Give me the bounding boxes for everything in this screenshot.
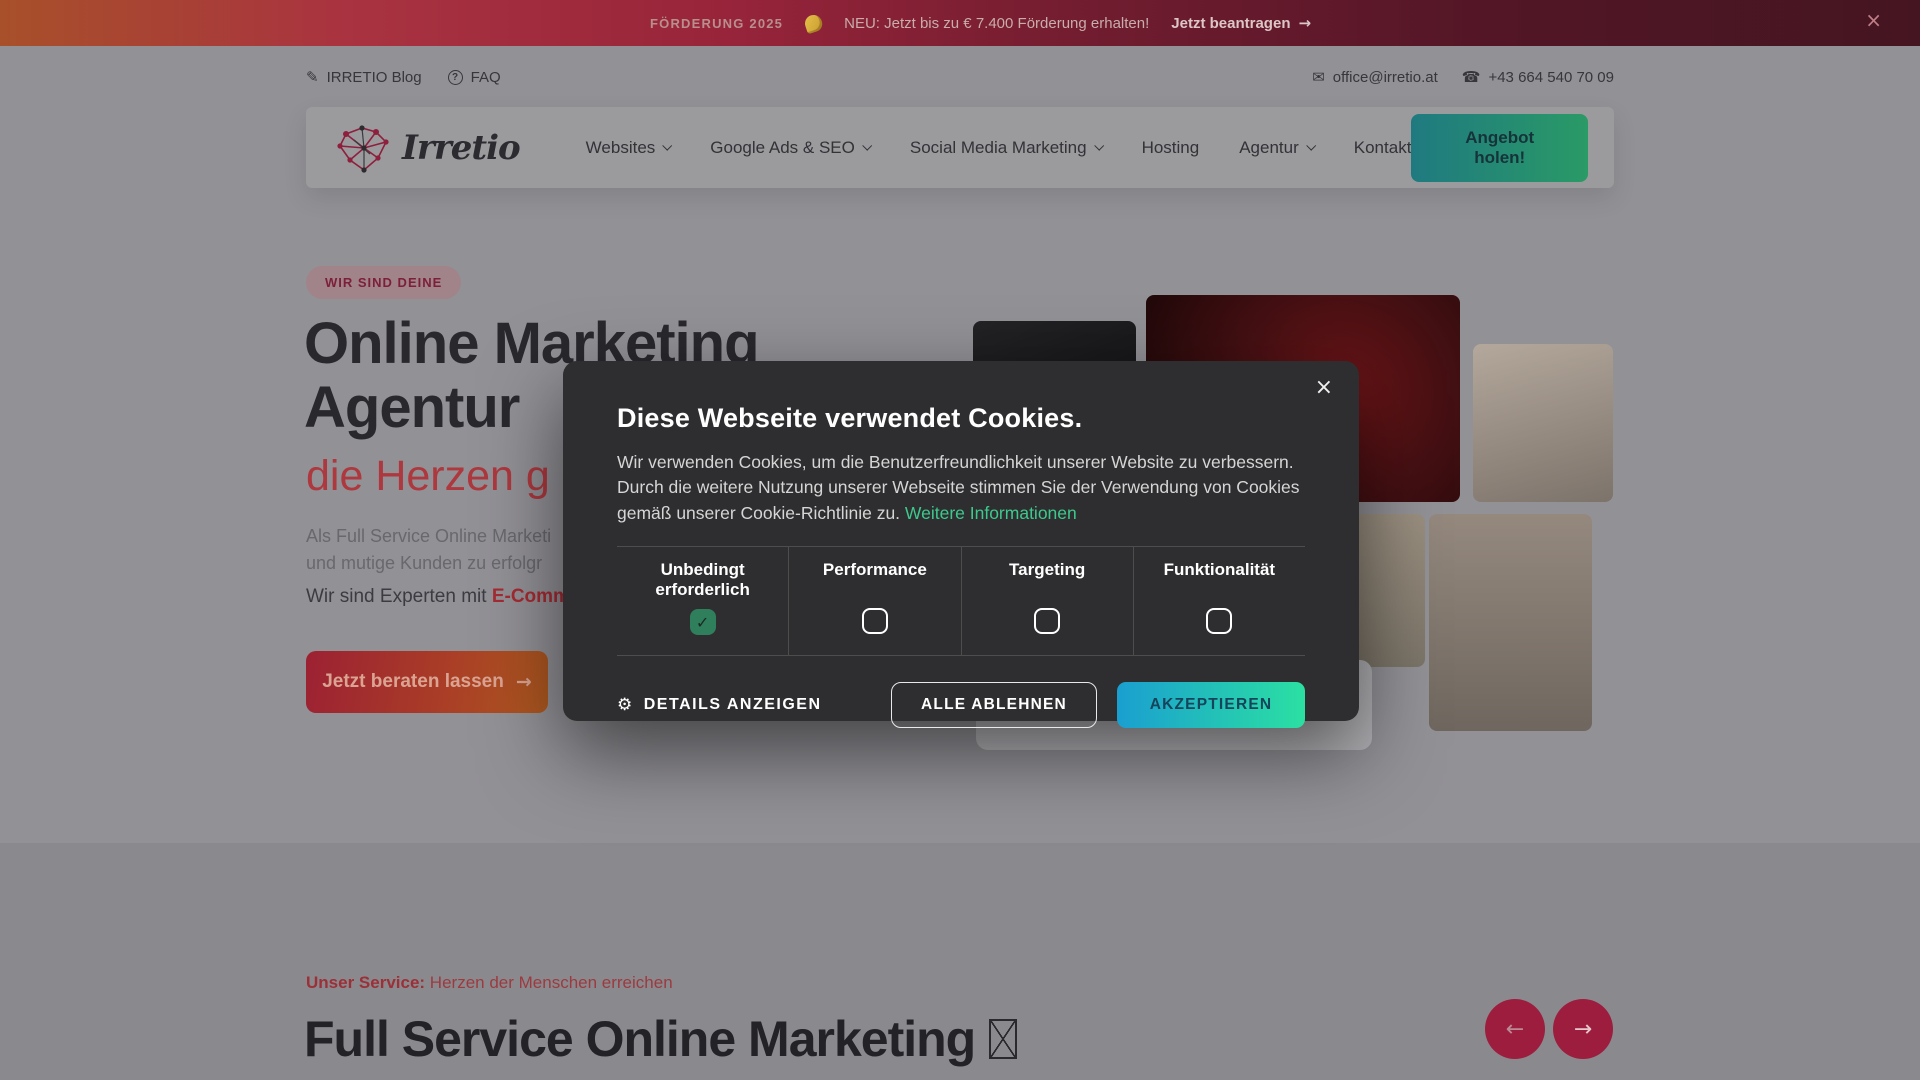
cookie-modal-body: Wir verwenden Cookies, um die Benutzerfr… bbox=[617, 450, 1305, 526]
cookie-modal-actions: ⚙ DETAILS ANZEIGEN ALLE ABLEHNEN AKZEPTI… bbox=[617, 682, 1305, 728]
cookie-category-label: Performance bbox=[795, 560, 954, 598]
nav-item-label: Agentur bbox=[1239, 138, 1299, 158]
phone-link[interactable]: ☎ +43 664 540 70 09 bbox=[1462, 68, 1614, 86]
services-label: Unser Service: Herzen der Menschen errei… bbox=[306, 973, 673, 993]
hero-paragraph-line2: und mutige Kunden zu erfolgr bbox=[306, 550, 551, 577]
consultation-button[interactable]: Jetzt beraten lassen → bbox=[306, 651, 548, 713]
hero-subtitle: die Herzen g bbox=[306, 452, 550, 501]
services-label-prefix: Unser Service: bbox=[306, 973, 425, 992]
phone-icon: ☎ bbox=[1462, 68, 1481, 86]
arrow-right-icon: → bbox=[516, 671, 532, 693]
nav-item-label: Social Media Marketing bbox=[910, 138, 1087, 158]
blog-link[interactable]: ✎ IRRETIO Blog bbox=[306, 68, 422, 86]
hero-paragraph-line1: Als Full Service Online Marketi bbox=[306, 523, 551, 550]
services-title: Full Service Online Marketing bbox=[304, 1010, 1017, 1068]
photo-team-group bbox=[1429, 514, 1592, 731]
nav-item-hosting[interactable]: Hosting bbox=[1142, 138, 1200, 158]
cookie-consent-modal: × Diese Webseite verwendet Cookies. Wir … bbox=[563, 361, 1359, 721]
page: FÖRDERUNG 2025 NEU: Jetzt bis zu € 7.400… bbox=[0, 0, 1920, 1080]
missing-glyph-box bbox=[989, 1019, 1017, 1059]
cookie-category-label: Unbedingt erforderlich bbox=[623, 560, 782, 599]
nav-item-agentur[interactable]: Agentur bbox=[1239, 138, 1314, 158]
mail-icon: ✉ bbox=[1312, 68, 1325, 86]
banner-cta-label: Jetzt beantragen bbox=[1171, 15, 1290, 32]
photo-ceiling-pipes bbox=[1355, 514, 1425, 667]
hero-paragraph: Als Full Service Online Marketi und muti… bbox=[306, 523, 551, 577]
banner-cta-link[interactable]: Jetzt beantragen → bbox=[1171, 14, 1311, 32]
gear-icon: ⚙ bbox=[617, 695, 634, 715]
email-link[interactable]: ✉ office@irretio.at bbox=[1312, 68, 1438, 86]
hero-badge: WIR SIND DEINE bbox=[306, 266, 461, 299]
phone-text: +43 664 540 70 09 bbox=[1488, 69, 1614, 86]
nav-links: Websites Google Ads & SEO Social Media M… bbox=[586, 138, 1412, 158]
nav-item-label: Kontakt bbox=[1354, 138, 1412, 158]
logo-wordmark: Irretio bbox=[402, 128, 520, 168]
utility-topbar: ✎ IRRETIO Blog ? FAQ ✉ office@irretio.at… bbox=[306, 61, 1614, 93]
checkbox-performance[interactable] bbox=[862, 608, 888, 634]
details-button[interactable]: ⚙ DETAILS ANZEIGEN bbox=[617, 695, 822, 715]
more-information-link[interactable]: Weitere Informationen bbox=[905, 503, 1077, 523]
nav-item-label: Websites bbox=[586, 138, 656, 158]
email-text: office@irretio.at bbox=[1333, 69, 1438, 86]
nav-item-label: Google Ads & SEO bbox=[710, 138, 855, 158]
details-button-label: DETAILS ANZEIGEN bbox=[644, 696, 822, 714]
main-navbar: Irretio Websites Google Ads & SEO Social… bbox=[306, 107, 1614, 188]
nav-item-google-ads-seo[interactable]: Google Ads & SEO bbox=[710, 138, 870, 158]
carousel-prev-button[interactable]: ← bbox=[1485, 999, 1545, 1059]
consultation-button-label: Jetzt beraten lassen bbox=[322, 671, 504, 693]
logo-network-heart-icon bbox=[332, 120, 396, 176]
nav-item-social-media-marketing[interactable]: Social Media Marketing bbox=[910, 138, 1102, 158]
chevron-down-icon bbox=[1094, 140, 1104, 150]
blog-link-label: IRRETIO Blog bbox=[327, 69, 422, 86]
cookie-category-strictly-necessary: Unbedingt erforderlich ✓ bbox=[617, 547, 788, 655]
hero-experts-prefix: Wir sind Experten mit bbox=[306, 586, 492, 607]
question-circle-icon: ? bbox=[448, 70, 463, 85]
banner-close-icon[interactable]: × bbox=[1865, 10, 1882, 30]
nav-item-label: Hosting bbox=[1142, 138, 1200, 158]
irretio-logo[interactable]: Irretio bbox=[332, 120, 520, 176]
faq-link-label: FAQ bbox=[471, 69, 501, 86]
cookie-category-performance: Performance bbox=[788, 547, 960, 655]
chevron-down-icon bbox=[862, 140, 872, 150]
waving-hand-icon bbox=[803, 12, 824, 33]
accept-button[interactable]: AKZEPTIEREN bbox=[1117, 682, 1305, 728]
chevron-down-icon bbox=[663, 140, 673, 150]
carousel-next-button[interactable]: → bbox=[1553, 999, 1613, 1059]
checkbox-strictly-necessary[interactable]: ✓ bbox=[690, 609, 716, 635]
nav-item-kontakt[interactable]: Kontakt bbox=[1354, 138, 1412, 158]
cookie-category-targeting: Targeting bbox=[961, 547, 1133, 655]
services-label-rest: Herzen der Menschen erreichen bbox=[425, 973, 673, 992]
pencil-icon: ✎ bbox=[306, 68, 319, 86]
get-offer-button[interactable]: Angebot holen! bbox=[1411, 114, 1588, 182]
arrow-right-icon: → bbox=[1298, 14, 1311, 32]
hero-experts-line: Wir sind Experten mit E-Comm bbox=[306, 586, 570, 608]
cookie-category-label: Funktionalität bbox=[1140, 560, 1299, 598]
modal-close-icon[interactable]: × bbox=[1315, 377, 1333, 399]
services-title-text: Full Service Online Marketing bbox=[304, 1010, 975, 1068]
faq-link[interactable]: ? FAQ bbox=[448, 69, 501, 86]
checkbox-functionality[interactable] bbox=[1206, 608, 1232, 634]
reject-all-button[interactable]: ALLE ABLEHNEN bbox=[891, 682, 1097, 728]
nav-item-websites[interactable]: Websites bbox=[586, 138, 671, 158]
cookie-categories: Unbedingt erforderlich ✓ Performance Tar… bbox=[617, 546, 1305, 656]
chevron-down-icon bbox=[1306, 140, 1316, 150]
announcement-banner: FÖRDERUNG 2025 NEU: Jetzt bis zu € 7.400… bbox=[0, 0, 1920, 46]
photo-team-exercise-bike bbox=[1473, 344, 1613, 502]
checkbox-targeting[interactable] bbox=[1034, 608, 1060, 634]
cookie-category-functionality: Funktionalität bbox=[1133, 547, 1305, 655]
cookie-category-label: Targeting bbox=[968, 560, 1127, 598]
cookie-modal-title: Diese Webseite verwendet Cookies. bbox=[617, 403, 1305, 434]
hero-experts-highlight: E-Comm bbox=[492, 586, 570, 607]
banner-message: NEU: Jetzt bis zu € 7.400 Förderung erha… bbox=[844, 15, 1149, 32]
banner-badge: FÖRDERUNG 2025 bbox=[650, 16, 783, 31]
